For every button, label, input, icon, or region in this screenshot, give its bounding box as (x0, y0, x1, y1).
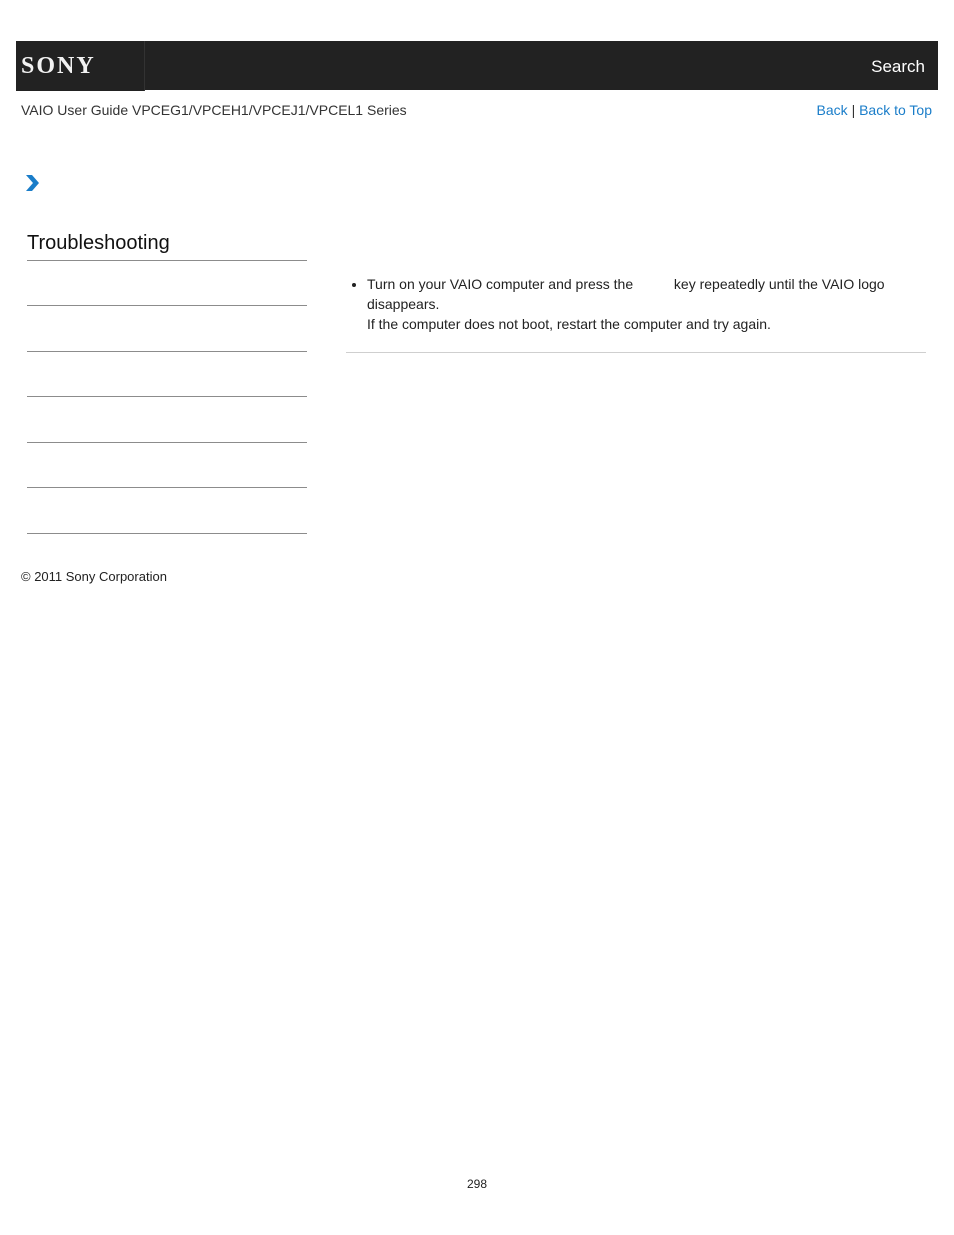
instruction-item: Turn on your VAIO computer and press the… (352, 274, 926, 334)
top-banner: SONY Search (16, 41, 938, 91)
chevron-right-icon (26, 175, 39, 191)
search-link[interactable]: Search (871, 57, 925, 77)
nav-links: Back | Back to Top (817, 102, 932, 118)
sony-logo: SONY (21, 53, 96, 79)
guide-title: VAIO User Guide VPCEG1/VPCEH1/VPCEJ1/VPC… (21, 102, 407, 118)
sidebar-divider (27, 260, 307, 261)
sidebar-item-divider (27, 487, 307, 488)
back-to-top-link[interactable]: Back to Top (859, 102, 932, 118)
sidebar-item-divider (27, 533, 307, 534)
main-content: Turn on your VAIO computer and press the… (346, 274, 926, 334)
page-number: 298 (466, 1177, 488, 1191)
sidebar-item-divider (27, 351, 307, 352)
copyright: © 2011 Sony Corporation (21, 569, 167, 584)
instruction-text-start: Turn on your VAIO computer and press the (367, 276, 634, 292)
instruction-list: Turn on your VAIO computer and press the… (346, 274, 926, 334)
instruction-followup: If the computer does not boot, restart t… (367, 316, 771, 332)
sidebar-item-divider (27, 396, 307, 397)
content-divider (346, 352, 926, 353)
sidebar-item-divider (27, 305, 307, 306)
nav-separator: | (851, 102, 856, 118)
sidebar-item-divider (27, 442, 307, 443)
sony-logo-box: SONY (16, 41, 145, 91)
section-title: Troubleshooting (27, 232, 170, 254)
back-link[interactable]: Back (817, 102, 848, 118)
